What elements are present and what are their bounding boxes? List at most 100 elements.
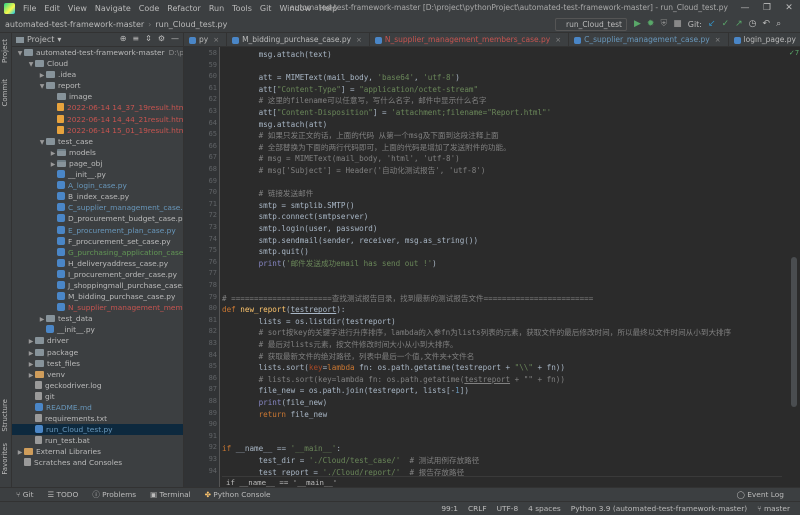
- line-separator[interactable]: CRLF: [468, 502, 487, 515]
- code-line[interactable]: # msg['Subject'] = Header('自动化测试报告', 'ut…: [222, 165, 486, 176]
- tab-login-page-py[interactable]: login_page.py×: [729, 33, 800, 46]
- coverage-icon[interactable]: ⛨: [660, 18, 667, 31]
- code-line[interactable]: att["Content-Disposition"] = 'attachment…: [222, 107, 552, 118]
- debug-icon[interactable]: ✹: [647, 18, 655, 31]
- code-line[interactable]: lists = os.listdir(testreport): [222, 316, 396, 327]
- code-line[interactable]: att["Content-Type"] = "application/octet…: [222, 84, 479, 95]
- tree-item[interactable]: ▶ driver: [12, 335, 183, 346]
- tree-item[interactable]: C_supplier_management_case.py: [12, 202, 183, 213]
- tree-item[interactable]: ▶ .idea: [12, 69, 183, 80]
- code-line[interactable]: test_dir = './Cloud/test_case/' # 测试用例存放…: [222, 455, 480, 466]
- tree-item[interactable]: N_supplier_management_members: [12, 302, 183, 313]
- tree-item[interactable]: ▶ models: [12, 147, 183, 158]
- inspection-widget[interactable]: ✓7: [788, 49, 800, 57]
- tree-item[interactable]: J_shoppingmall_purchase_case.py: [12, 280, 183, 291]
- tool-problems[interactable]: ⓘ Problems: [92, 489, 136, 500]
- code-line[interactable]: # 获取最新文件的绝对路径，列表中最后一个值,文件夹+文件名: [222, 351, 475, 362]
- menu-file[interactable]: File: [19, 4, 40, 13]
- rollback-icon[interactable]: ↶: [763, 18, 771, 31]
- tree-item[interactable]: H_deliveryaddress_case.py: [12, 258, 183, 269]
- code-line[interactable]: smtp.connect(smtpserver): [222, 211, 369, 222]
- tree-item[interactable]: ▼ Cloud: [12, 58, 183, 69]
- file-encoding[interactable]: UTF-8: [497, 502, 519, 515]
- tab-m-bidding-purchase-case-py[interactable]: M_bidding_purchase_case.py ×: [227, 33, 370, 46]
- history-icon[interactable]: ◷: [749, 18, 757, 31]
- tree-item[interactable]: G_purchasing_application_case.py: [12, 247, 183, 258]
- tool-event-log[interactable]: ◯ Event Log: [737, 490, 784, 499]
- git-update-icon[interactable]: ↙: [708, 18, 716, 31]
- gear-icon[interactable]: ⚙: [158, 34, 165, 43]
- tree-item[interactable]: B_index_case.py: [12, 191, 183, 202]
- hide-icon[interactable]: —: [171, 34, 179, 43]
- tree-item[interactable]: M_bidding_purchase_case.py: [12, 291, 183, 302]
- chevron-down-icon[interactable]: ▾: [57, 35, 61, 44]
- menu-edit[interactable]: Edit: [40, 4, 64, 13]
- git-commit-icon[interactable]: ✓: [722, 18, 730, 31]
- tree-item[interactable]: Scratches and Consoles: [12, 457, 183, 468]
- tree-item[interactable]: __init__.py: [12, 169, 183, 180]
- tree-item[interactable]: README.md: [12, 402, 183, 413]
- tree-item[interactable]: ▶ venv: [12, 369, 183, 380]
- tree-item[interactable]: ▼ test_case: [12, 136, 183, 147]
- tree-item[interactable]: ▶ External Libraries: [12, 446, 183, 457]
- code-line[interactable]: print(file_new): [222, 397, 328, 408]
- collapse-all-icon[interactable]: ≡: [132, 34, 139, 43]
- tree-item[interactable]: F_procurement_set_case.py: [12, 236, 183, 247]
- code-line[interactable]: if __name__ == '__main__':: [222, 443, 341, 454]
- tab-n-supplier-management-members-case-py[interactable]: N_supplier_management_members_case.py ×: [370, 33, 570, 46]
- maximize-button[interactable]: ❐: [756, 0, 778, 16]
- tree-item[interactable]: D_procurement_budget_case.py: [12, 213, 183, 224]
- breadcrumb-project[interactable]: automated-test-framework-master: [5, 20, 144, 29]
- tool-project[interactable]: Project: [1, 39, 9, 63]
- scrollbar-thumb[interactable]: [791, 257, 797, 407]
- menu-code[interactable]: Code: [135, 4, 163, 13]
- tree-item[interactable]: run_Cloud_test.py: [12, 424, 183, 436]
- breadcrumb-file[interactable]: run_Cloud_test.py: [155, 20, 227, 29]
- code-line[interactable]: # ======================查找测试报告目录，找到最新的测试…: [222, 293, 593, 304]
- code-line[interactable]: return file_new: [222, 409, 328, 420]
- code-area[interactable]: msg.attach(text) att = MIMEText(mail_bod…: [222, 47, 782, 487]
- tree-item[interactable]: E_procurement_plan_case.py: [12, 225, 183, 236]
- tool-favorites[interactable]: Favorites: [1, 443, 9, 475]
- run-configuration-select[interactable]: run_Cloud_test ▾: [555, 18, 627, 40]
- tool-git[interactable]: ⑂ Git: [16, 490, 33, 499]
- code-line[interactable]: # 最后对lists元素，按文件修改时间大小从小到大排序。: [222, 339, 458, 350]
- tree-item[interactable]: 2022-06-14 15_01_19result.html: [12, 125, 183, 136]
- indent-setting[interactable]: 4 spaces: [528, 502, 561, 515]
- code-line[interactable]: msg.attach(text): [222, 49, 332, 60]
- code-line[interactable]: # sort按key的关键字进行升序排序，lambda的入参fn为lists列表…: [222, 327, 732, 338]
- tool-commit[interactable]: Commit: [1, 79, 9, 107]
- tree-item[interactable]: ▶ page_obj: [12, 158, 183, 169]
- code-line[interactable]: # 链接发送邮件: [222, 188, 314, 199]
- tool-todo[interactable]: ☰ TODO: [47, 490, 78, 499]
- tool-structure[interactable]: Structure: [1, 399, 9, 432]
- tree-item[interactable]: image: [12, 91, 183, 102]
- tree-item[interactable]: ▼automated-test-framework-masterD:\proje: [12, 47, 183, 58]
- code-breadcrumb[interactable]: if __name__ == '__main__': [222, 476, 782, 487]
- run-icon[interactable]: ▶: [634, 18, 641, 31]
- close-tab-icon[interactable]: ×: [715, 33, 721, 46]
- stop-icon[interactable]: ■: [673, 18, 682, 31]
- close-tab-icon[interactable]: ×: [213, 33, 219, 46]
- git-branch[interactable]: ⑂ master: [757, 502, 790, 515]
- tree-item[interactable]: ▶ test_data: [12, 313, 183, 324]
- code-line[interactable]: file_new = os.path.join(testreport, list…: [222, 385, 469, 396]
- tab-c-supplier-management-case-py[interactable]: C_supplier_management_case.py ×: [569, 33, 729, 46]
- menu-refactor[interactable]: Refactor: [163, 4, 205, 13]
- menu-git[interactable]: Git: [256, 4, 276, 13]
- close-tab-icon[interactable]: ×: [356, 33, 362, 46]
- project-panel-title[interactable]: Project: [27, 35, 54, 44]
- code-line[interactable]: smtp.sendmail(sender, receiver, msg.as_s…: [222, 235, 478, 246]
- code-line[interactable]: # lists.sort(key=lambda fn: os.path.geta…: [222, 374, 565, 385]
- editor-scrollbar[interactable]: ✓7: [788, 47, 800, 487]
- code-line[interactable]: print('邮件发送成功email has send out !'): [222, 258, 437, 269]
- locate-icon[interactable]: ⊕: [120, 34, 127, 43]
- python-interpreter[interactable]: Python 3.9 (automated-test-framework-mas…: [571, 502, 747, 515]
- menu-view[interactable]: View: [64, 4, 91, 13]
- minimize-button[interactable]: —: [734, 0, 756, 16]
- git-push-icon[interactable]: ↗: [735, 18, 743, 31]
- caret-position[interactable]: 99:1: [441, 502, 458, 515]
- tree-item[interactable]: ▶ test_files: [12, 358, 183, 369]
- tree-item[interactable]: 2022-06-14 14_44_21result.html: [12, 114, 183, 125]
- tool-python-console[interactable]: ✤ Python Console: [205, 490, 271, 499]
